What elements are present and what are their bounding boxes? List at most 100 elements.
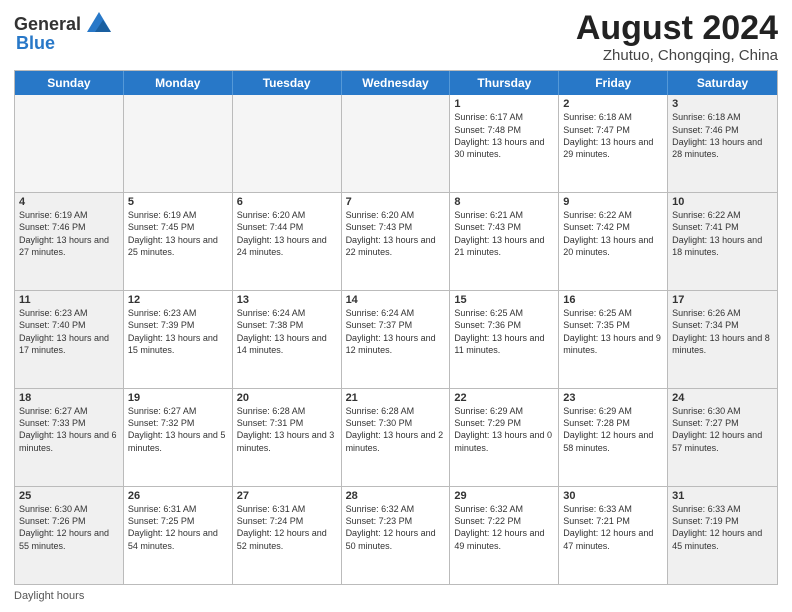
cell-info: Sunrise: 6:32 AM Sunset: 7:23 PM Dayligh…: [346, 503, 446, 552]
cal-cell-4-6: 31Sunrise: 6:33 AM Sunset: 7:19 PM Dayli…: [668, 487, 777, 584]
cell-info: Sunrise: 6:29 AM Sunset: 7:28 PM Dayligh…: [563, 405, 663, 454]
week-row-3: 18Sunrise: 6:27 AM Sunset: 7:33 PM Dayli…: [15, 388, 777, 486]
cal-cell-1-2: 6Sunrise: 6:20 AM Sunset: 7:44 PM Daylig…: [233, 193, 342, 290]
day-number: 29: [454, 490, 554, 502]
day-number: 7: [346, 196, 446, 208]
cell-info: Sunrise: 6:26 AM Sunset: 7:34 PM Dayligh…: [672, 307, 773, 356]
day-number: 23: [563, 392, 663, 404]
cell-info: Sunrise: 6:32 AM Sunset: 7:22 PM Dayligh…: [454, 503, 554, 552]
day-number: 2: [563, 98, 663, 110]
cal-cell-4-4: 29Sunrise: 6:32 AM Sunset: 7:22 PM Dayli…: [450, 487, 559, 584]
day-number: 9: [563, 196, 663, 208]
header-day-saturday: Saturday: [668, 71, 777, 95]
cal-cell-4-1: 26Sunrise: 6:31 AM Sunset: 7:25 PM Dayli…: [124, 487, 233, 584]
cal-cell-4-2: 27Sunrise: 6:31 AM Sunset: 7:24 PM Dayli…: [233, 487, 342, 584]
cal-cell-3-5: 23Sunrise: 6:29 AM Sunset: 7:28 PM Dayli…: [559, 389, 668, 486]
cell-info: Sunrise: 6:23 AM Sunset: 7:40 PM Dayligh…: [19, 307, 119, 356]
cal-cell-0-0: [15, 95, 124, 192]
cell-info: Sunrise: 6:20 AM Sunset: 7:43 PM Dayligh…: [346, 209, 446, 258]
day-number: 10: [672, 196, 773, 208]
header-day-wednesday: Wednesday: [342, 71, 451, 95]
cal-cell-1-6: 10Sunrise: 6:22 AM Sunset: 7:41 PM Dayli…: [668, 193, 777, 290]
day-number: 6: [237, 196, 337, 208]
cell-info: Sunrise: 6:17 AM Sunset: 7:48 PM Dayligh…: [454, 111, 554, 160]
page: General Blue August 2024 Zhutuo, Chongqi…: [0, 0, 792, 612]
day-number: 3: [672, 98, 773, 110]
cal-cell-2-6: 17Sunrise: 6:26 AM Sunset: 7:34 PM Dayli…: [668, 291, 777, 388]
cal-cell-1-1: 5Sunrise: 6:19 AM Sunset: 7:45 PM Daylig…: [124, 193, 233, 290]
cal-cell-0-1: [124, 95, 233, 192]
cell-info: Sunrise: 6:30 AM Sunset: 7:26 PM Dayligh…: [19, 503, 119, 552]
cell-info: Sunrise: 6:31 AM Sunset: 7:25 PM Dayligh…: [128, 503, 228, 552]
cal-cell-3-6: 24Sunrise: 6:30 AM Sunset: 7:27 PM Dayli…: [668, 389, 777, 486]
header-day-sunday: Sunday: [15, 71, 124, 95]
cell-info: Sunrise: 6:18 AM Sunset: 7:47 PM Dayligh…: [563, 111, 663, 160]
title-block: August 2024 Zhutuo, Chongqing, China: [576, 10, 778, 64]
cell-info: Sunrise: 6:18 AM Sunset: 7:46 PM Dayligh…: [672, 111, 773, 160]
cell-info: Sunrise: 6:25 AM Sunset: 7:36 PM Dayligh…: [454, 307, 554, 356]
week-row-2: 11Sunrise: 6:23 AM Sunset: 7:40 PM Dayli…: [15, 290, 777, 388]
day-number: 19: [128, 392, 228, 404]
cal-cell-4-0: 25Sunrise: 6:30 AM Sunset: 7:26 PM Dayli…: [15, 487, 124, 584]
month-year: August 2024: [576, 10, 778, 47]
logo-general-text: General: [14, 15, 81, 33]
cal-cell-2-5: 16Sunrise: 6:25 AM Sunset: 7:35 PM Dayli…: [559, 291, 668, 388]
logo-icon: [85, 10, 113, 38]
day-number: 11: [19, 294, 119, 306]
day-number: 18: [19, 392, 119, 404]
cal-cell-1-5: 9Sunrise: 6:22 AM Sunset: 7:42 PM Daylig…: [559, 193, 668, 290]
cal-cell-3-1: 19Sunrise: 6:27 AM Sunset: 7:32 PM Dayli…: [124, 389, 233, 486]
day-number: 24: [672, 392, 773, 404]
cal-cell-0-5: 2Sunrise: 6:18 AM Sunset: 7:47 PM Daylig…: [559, 95, 668, 192]
day-number: 14: [346, 294, 446, 306]
day-number: 31: [672, 490, 773, 502]
calendar-body: 1Sunrise: 6:17 AM Sunset: 7:48 PM Daylig…: [15, 95, 777, 584]
cell-info: Sunrise: 6:22 AM Sunset: 7:41 PM Dayligh…: [672, 209, 773, 258]
cal-cell-1-4: 8Sunrise: 6:21 AM Sunset: 7:43 PM Daylig…: [450, 193, 559, 290]
cell-info: Sunrise: 6:19 AM Sunset: 7:46 PM Dayligh…: [19, 209, 119, 258]
day-number: 27: [237, 490, 337, 502]
cell-info: Sunrise: 6:19 AM Sunset: 7:45 PM Dayligh…: [128, 209, 228, 258]
day-number: 8: [454, 196, 554, 208]
header-day-tuesday: Tuesday: [233, 71, 342, 95]
cell-info: Sunrise: 6:20 AM Sunset: 7:44 PM Dayligh…: [237, 209, 337, 258]
header: General Blue August 2024 Zhutuo, Chongqi…: [14, 10, 778, 64]
day-number: 12: [128, 294, 228, 306]
day-number: 1: [454, 98, 554, 110]
day-number: 17: [672, 294, 773, 306]
cell-info: Sunrise: 6:27 AM Sunset: 7:33 PM Dayligh…: [19, 405, 119, 454]
day-number: 22: [454, 392, 554, 404]
day-number: 30: [563, 490, 663, 502]
calendar-header: SundayMondayTuesdayWednesdayThursdayFrid…: [15, 71, 777, 95]
cal-cell-1-3: 7Sunrise: 6:20 AM Sunset: 7:43 PM Daylig…: [342, 193, 451, 290]
header-day-monday: Monday: [124, 71, 233, 95]
calendar: SundayMondayTuesdayWednesdayThursdayFrid…: [14, 70, 778, 585]
location: Zhutuo, Chongqing, China: [576, 47, 778, 64]
cell-info: Sunrise: 6:24 AM Sunset: 7:38 PM Dayligh…: [237, 307, 337, 356]
cell-info: Sunrise: 6:29 AM Sunset: 7:29 PM Dayligh…: [454, 405, 554, 454]
cell-info: Sunrise: 6:21 AM Sunset: 7:43 PM Dayligh…: [454, 209, 554, 258]
day-number: 5: [128, 196, 228, 208]
header-day-friday: Friday: [559, 71, 668, 95]
cal-cell-3-2: 20Sunrise: 6:28 AM Sunset: 7:31 PM Dayli…: [233, 389, 342, 486]
cal-cell-2-1: 12Sunrise: 6:23 AM Sunset: 7:39 PM Dayli…: [124, 291, 233, 388]
cell-info: Sunrise: 6:28 AM Sunset: 7:31 PM Dayligh…: [237, 405, 337, 454]
cell-info: Sunrise: 6:33 AM Sunset: 7:21 PM Dayligh…: [563, 503, 663, 552]
cal-cell-0-6: 3Sunrise: 6:18 AM Sunset: 7:46 PM Daylig…: [668, 95, 777, 192]
cell-info: Sunrise: 6:24 AM Sunset: 7:37 PM Dayligh…: [346, 307, 446, 356]
cal-cell-4-5: 30Sunrise: 6:33 AM Sunset: 7:21 PM Dayli…: [559, 487, 668, 584]
week-row-4: 25Sunrise: 6:30 AM Sunset: 7:26 PM Dayli…: [15, 486, 777, 584]
cell-info: Sunrise: 6:27 AM Sunset: 7:32 PM Dayligh…: [128, 405, 228, 454]
day-number: 13: [237, 294, 337, 306]
cal-cell-0-2: [233, 95, 342, 192]
header-day-thursday: Thursday: [450, 71, 559, 95]
footer-label: Daylight hours: [14, 590, 84, 602]
footer: Daylight hours: [14, 590, 778, 602]
cell-info: Sunrise: 6:31 AM Sunset: 7:24 PM Dayligh…: [237, 503, 337, 552]
day-number: 16: [563, 294, 663, 306]
day-number: 26: [128, 490, 228, 502]
cal-cell-1-0: 4Sunrise: 6:19 AM Sunset: 7:46 PM Daylig…: [15, 193, 124, 290]
cal-cell-0-3: [342, 95, 451, 192]
cell-info: Sunrise: 6:25 AM Sunset: 7:35 PM Dayligh…: [563, 307, 663, 356]
cal-cell-2-4: 15Sunrise: 6:25 AM Sunset: 7:36 PM Dayli…: [450, 291, 559, 388]
